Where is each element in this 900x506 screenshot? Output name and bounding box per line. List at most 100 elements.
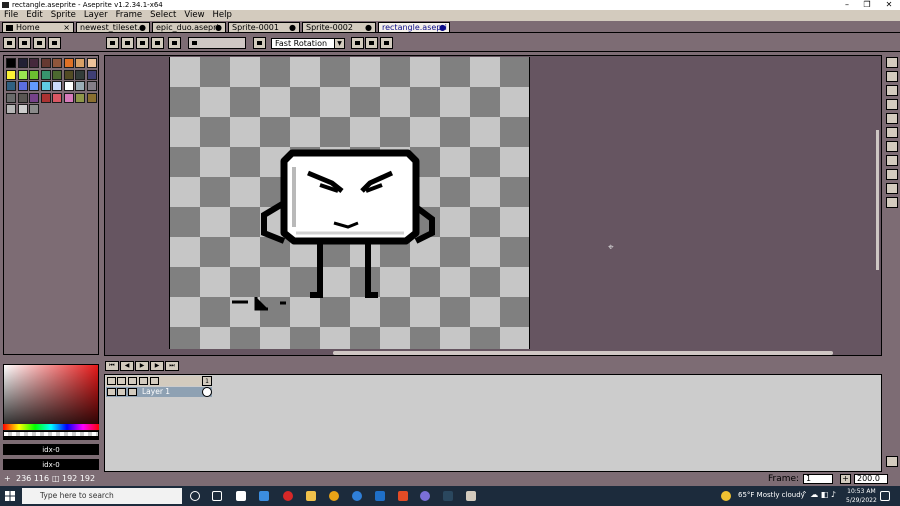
close-window-button[interactable]: ✕ xyxy=(878,0,900,10)
menu-sprite[interactable]: Sprite xyxy=(51,10,76,21)
menu-edit[interactable]: Edit xyxy=(26,10,42,21)
selection-subtract-icon[interactable] xyxy=(136,37,149,49)
eyedropper-tool-icon[interactable] xyxy=(886,99,898,110)
system-tray-icons[interactable]: ⌃ ☁ ◧ ♪ xyxy=(801,490,836,499)
palette-swatch[interactable] xyxy=(17,92,28,103)
palette-swatch[interactable] xyxy=(17,58,28,68)
taskbar-search-input[interactable]: Type here to search xyxy=(22,488,182,504)
palette-swatch[interactable] xyxy=(40,58,51,68)
download-icon[interactable] xyxy=(18,37,31,49)
edge-icon[interactable] xyxy=(352,491,362,501)
palette-swatch[interactable] xyxy=(86,69,97,80)
palette-swatch[interactable] xyxy=(6,69,16,80)
office-icon[interactable] xyxy=(398,491,408,501)
calculator-icon[interactable] xyxy=(236,491,246,501)
palette-swatch[interactable] xyxy=(63,81,74,91)
transparent-color-icon[interactable] xyxy=(168,37,181,49)
lock-icon[interactable] xyxy=(117,388,126,396)
aseprite-icon[interactable] xyxy=(466,491,476,501)
palette-swatch[interactable] xyxy=(52,81,62,91)
mail-icon[interactable] xyxy=(375,491,385,501)
layer-row[interactable]: Layer 1 xyxy=(106,387,212,397)
frame-input[interactable]: 1 xyxy=(803,474,833,484)
palette-swatch[interactable] xyxy=(86,81,97,91)
task-view-icon[interactable] xyxy=(212,491,222,501)
menu-layer[interactable]: Layer xyxy=(84,10,108,21)
stop-icon[interactable] xyxy=(33,37,46,49)
palette-swatch[interactable] xyxy=(6,58,16,68)
palette-swatch[interactable] xyxy=(6,81,16,91)
palette-swatch[interactable] xyxy=(29,104,39,114)
palette-swatch[interactable] xyxy=(75,81,85,91)
menu-file[interactable]: File xyxy=(4,10,18,21)
palette-swatch[interactable] xyxy=(29,92,39,103)
continuous-icon[interactable] xyxy=(128,388,137,396)
tab-modified-icon[interactable]: ● xyxy=(439,23,446,32)
contour-tool-icon[interactable] xyxy=(886,183,898,194)
timeline-toggle-icon[interactable] xyxy=(886,456,898,467)
tab-newest-tileset[interactable]: newest_tileset.a ● xyxy=(76,22,150,32)
palette-swatch[interactable] xyxy=(40,81,51,91)
move-tool-icon[interactable] xyxy=(886,127,898,138)
menu-select[interactable]: Select xyxy=(150,10,176,21)
tab-close-icon[interactable]: × xyxy=(63,23,70,32)
layer-options-icon[interactable] xyxy=(150,377,159,385)
foreground-color-index[interactable]: idx-0 xyxy=(3,444,99,455)
previous-frame-button[interactable]: ◀ xyxy=(120,361,134,371)
tab-modified-icon[interactable]: ● xyxy=(139,23,146,32)
pencil-tool-icon[interactable] xyxy=(886,71,898,82)
palette-swatch[interactable] xyxy=(52,58,62,68)
palette-swatch[interactable] xyxy=(75,92,85,103)
continuous-icon[interactable] xyxy=(128,377,137,385)
tab-epic-duo[interactable]: epic_duo.asepri ● xyxy=(152,22,226,32)
minimize-button[interactable]: – xyxy=(836,0,858,10)
palette-swatch[interactable] xyxy=(6,104,16,114)
lock-icon[interactable] xyxy=(3,37,16,49)
palette-swatch[interactable] xyxy=(40,92,51,103)
play-button[interactable]: ▶ xyxy=(135,361,149,371)
pivot-icon[interactable] xyxy=(253,37,266,49)
palette-swatch[interactable] xyxy=(86,58,97,68)
weather-text[interactable]: 65°F Mostly cloudy xyxy=(738,491,805,499)
horizontal-scrollbar[interactable] xyxy=(333,351,833,355)
selection-replace-icon[interactable] xyxy=(106,37,119,49)
first-frame-button[interactable]: ⏮ xyxy=(105,361,119,371)
opera-icon[interactable] xyxy=(283,491,293,501)
mask-color-picker[interactable] xyxy=(188,37,246,49)
tab-sprite-0002[interactable]: Sprite-0002 ● xyxy=(302,22,376,32)
alpha-slider[interactable] xyxy=(3,431,99,437)
tab-modified-icon[interactable]: ● xyxy=(365,23,372,32)
rotation-algorithm-select[interactable]: Fast Rotation xyxy=(271,38,335,49)
cortana-icon[interactable] xyxy=(190,491,200,501)
selection-intersect-icon[interactable] xyxy=(151,37,164,49)
notification-icon[interactable] xyxy=(880,491,890,501)
marquee-tool-icon[interactable] xyxy=(886,57,898,68)
palette-swatch[interactable] xyxy=(75,69,85,80)
eraser-tool-icon[interactable] xyxy=(886,85,898,96)
palette-swatch[interactable] xyxy=(29,69,39,80)
link-icon[interactable] xyxy=(365,37,378,49)
last-frame-button[interactable]: ⏭ xyxy=(165,361,179,371)
chrome-icon[interactable] xyxy=(329,491,339,501)
discord-icon[interactable] xyxy=(420,491,430,501)
background-color-index[interactable]: idx-0 xyxy=(3,459,99,470)
menu-help[interactable]: Help xyxy=(213,10,232,21)
line-tool-icon[interactable] xyxy=(886,155,898,166)
tab-modified-icon[interactable]: ● xyxy=(215,23,222,32)
tab-sprite-0001[interactable]: Sprite-0001 ● xyxy=(228,22,300,32)
rectangle-tool-icon[interactable] xyxy=(886,169,898,180)
cel-indicator[interactable] xyxy=(202,387,212,397)
clock[interactable]: 10:53 AM 5/29/2022 xyxy=(846,487,877,505)
palette-swatch[interactable] xyxy=(52,92,62,103)
tab-home[interactable]: Home × xyxy=(2,22,74,32)
palette-swatch[interactable] xyxy=(75,58,85,68)
palette-swatch[interactable] xyxy=(17,69,28,80)
palette-swatch[interactable] xyxy=(17,104,28,114)
file-explorer-icon[interactable] xyxy=(306,491,316,501)
lock-icon[interactable] xyxy=(117,377,126,385)
layer-name[interactable]: Layer 1 xyxy=(141,388,201,396)
palette-swatch[interactable] xyxy=(86,92,97,103)
menu-frame[interactable]: Frame xyxy=(116,10,142,21)
palette-swatch[interactable] xyxy=(40,69,51,80)
palette-swatch[interactable] xyxy=(29,81,39,91)
